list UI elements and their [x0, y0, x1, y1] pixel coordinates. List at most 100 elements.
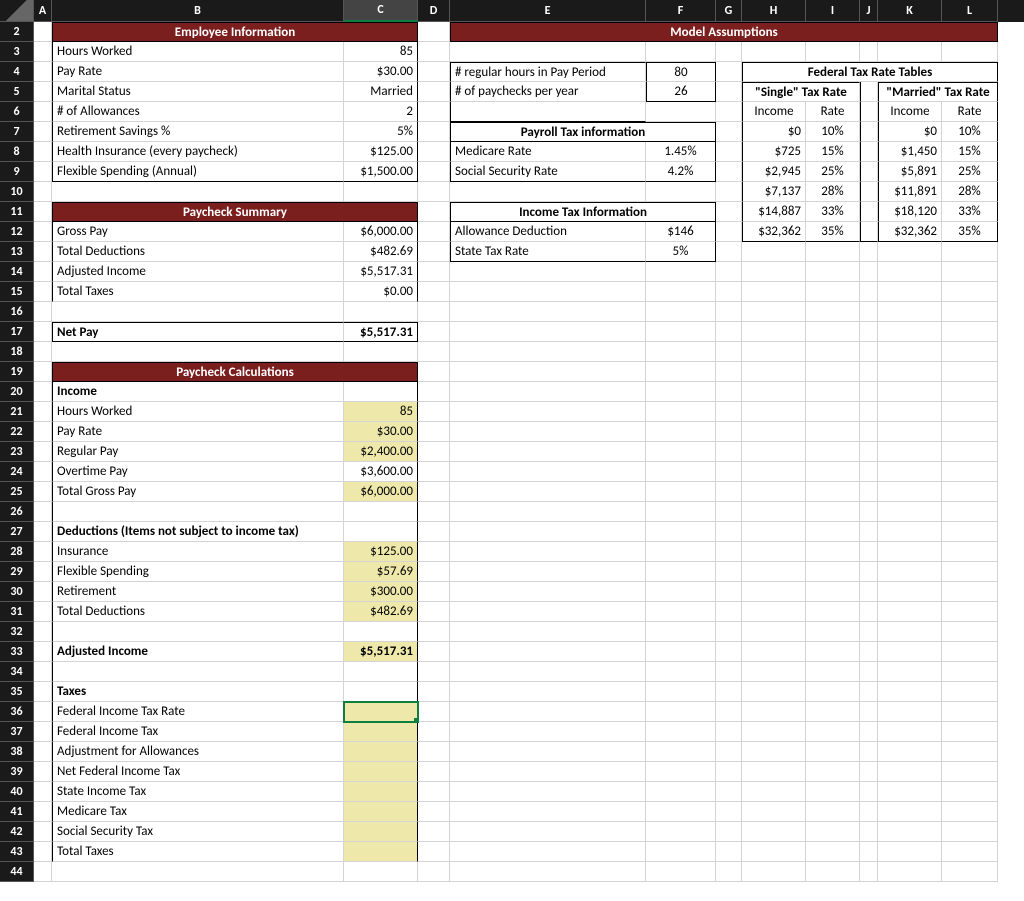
cell-E41[interactable] [450, 802, 646, 822]
cell-L34[interactable] [942, 662, 998, 682]
row-header[interactable]: 9 [0, 162, 34, 182]
cell-A28[interactable] [34, 542, 52, 562]
row-header[interactable]: 11 [0, 202, 34, 222]
cell-A9[interactable] [34, 162, 52, 182]
row-header[interactable]: 18 [0, 342, 34, 362]
cell-A44[interactable] [34, 862, 52, 882]
cell-F18[interactable] [646, 342, 716, 362]
cell-I23[interactable] [806, 442, 860, 462]
cell-D9[interactable] [418, 162, 450, 182]
cell-C5[interactable]: Married [344, 82, 418, 102]
cell-G16[interactable] [716, 302, 742, 322]
cell-D17[interactable] [418, 322, 450, 342]
cell-G28[interactable] [716, 542, 742, 562]
cell-G41[interactable] [716, 802, 742, 822]
cell-B22[interactable]: Pay Rate [52, 422, 344, 442]
cell-G32[interactable] [716, 622, 742, 642]
cell-B43[interactable]: Total Taxes [52, 842, 344, 862]
cell-I11[interactable]: 33% [806, 202, 860, 222]
cell-C31[interactable]: $482.69 [344, 602, 418, 622]
cell-C30[interactable]: $300.00 [344, 582, 418, 602]
cell-B18[interactable] [52, 342, 344, 362]
cell-I30[interactable] [806, 582, 860, 602]
cell-G44[interactable] [716, 862, 742, 882]
cell-L32[interactable] [942, 622, 998, 642]
cell-I12[interactable]: 35% [806, 222, 860, 242]
cell-E32[interactable] [450, 622, 646, 642]
cell-J30[interactable] [860, 582, 878, 602]
cell-H28[interactable] [742, 542, 806, 562]
cell-D35[interactable] [418, 682, 450, 702]
col-header-a[interactable]: A [34, 0, 52, 22]
cell-L31[interactable] [942, 602, 998, 622]
cell-A6[interactable] [34, 102, 52, 122]
cell-A17[interactable] [34, 322, 52, 342]
col-header-b[interactable]: B [52, 0, 344, 22]
cell-H4[interactable]: Federal Tax Rate Tables [742, 62, 998, 82]
cell-G30[interactable] [716, 582, 742, 602]
cell-J36[interactable] [860, 702, 878, 722]
row-header[interactable]: 12 [0, 222, 34, 242]
cell-A3[interactable] [34, 42, 52, 62]
row-header[interactable]: 13 [0, 242, 34, 262]
cell-C14[interactable]: $5,517.31 [344, 262, 418, 282]
cell-A14[interactable] [34, 262, 52, 282]
cell-A32[interactable] [34, 622, 52, 642]
cell-J38[interactable] [860, 742, 878, 762]
cell-K3[interactable] [878, 42, 942, 62]
cell-C3[interactable]: 85 [344, 42, 418, 62]
cell-C6[interactable]: 2 [344, 102, 418, 122]
cell-J27[interactable] [860, 522, 878, 542]
cell-L29[interactable] [942, 562, 998, 582]
cell-B44[interactable] [52, 862, 344, 882]
cell-A18[interactable] [34, 342, 52, 362]
cell-K34[interactable] [878, 662, 942, 682]
cell-J25[interactable] [860, 482, 878, 502]
cell-B8[interactable]: Health Insurance (every paycheck) [52, 142, 344, 162]
col-header-f[interactable]: F [646, 0, 716, 22]
cell-G43[interactable] [716, 842, 742, 862]
cell-G22[interactable] [716, 422, 742, 442]
cell-K32[interactable] [878, 622, 942, 642]
cell-B39[interactable]: Net Federal Income Tax [52, 762, 344, 782]
cell-I38[interactable] [806, 742, 860, 762]
cell-G34[interactable] [716, 662, 742, 682]
cell-D14[interactable] [418, 262, 450, 282]
cell-G10[interactable] [716, 182, 742, 202]
cell-H14[interactable] [742, 262, 806, 282]
cell-H9[interactable]: $2,945 [742, 162, 806, 182]
cell-F32[interactable] [646, 622, 716, 642]
cell-B7[interactable]: Retirement Savings % [52, 122, 344, 142]
cell-K22[interactable] [878, 422, 942, 442]
cell-D16[interactable] [418, 302, 450, 322]
cell-A25[interactable] [34, 482, 52, 502]
cell-A36[interactable] [34, 702, 52, 722]
cell-D33[interactable] [418, 642, 450, 662]
row-header[interactable]: 17 [0, 322, 34, 342]
cell-E14[interactable] [450, 262, 646, 282]
cell-I29[interactable] [806, 562, 860, 582]
cell-G40[interactable] [716, 782, 742, 802]
cell-A15[interactable] [34, 282, 52, 302]
cell-A27[interactable] [34, 522, 52, 542]
cell-D40[interactable] [418, 782, 450, 802]
cell-D37[interactable] [418, 722, 450, 742]
cell-K41[interactable] [878, 802, 942, 822]
row-header[interactable]: 29 [0, 562, 34, 582]
cell-C12[interactable]: $6,000.00 [344, 222, 418, 242]
cell-E42[interactable] [450, 822, 646, 842]
cell-I6[interactable]: Rate [806, 102, 860, 122]
cell-L10[interactable]: 28% [942, 182, 998, 202]
cell-K44[interactable] [878, 862, 942, 882]
cell-L41[interactable] [942, 802, 998, 822]
row-header[interactable]: 44 [0, 862, 34, 882]
cell-A10[interactable] [34, 182, 52, 202]
cell-H11[interactable]: $14,887 [742, 202, 806, 222]
cell-I10[interactable]: 28% [806, 182, 860, 202]
cell-L3[interactable] [942, 42, 998, 62]
col-header-i[interactable]: I [806, 0, 860, 22]
cell-D23[interactable] [418, 442, 450, 462]
cell-L6[interactable]: Rate [942, 102, 998, 122]
cell-A26[interactable] [34, 502, 52, 522]
cell-K36[interactable] [878, 702, 942, 722]
